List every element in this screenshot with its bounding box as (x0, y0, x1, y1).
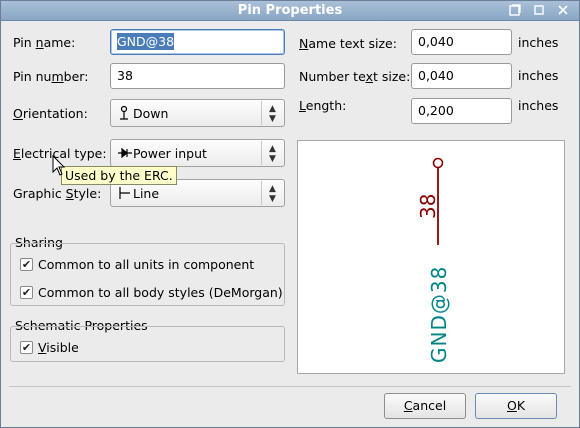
updown-arrow-icon: ▲ ▼ (261, 141, 283, 165)
pin-number-label: Pin number: (13, 69, 89, 84)
common-units-label: Common to all units in component (38, 257, 255, 272)
erc-tooltip: Used by the ERC. (61, 166, 177, 185)
preview-pin-name: GND@38 (427, 266, 451, 363)
restore-icon[interactable] (507, 3, 523, 18)
pin-name-label: Pin name: (13, 35, 76, 50)
common-body-styles-label: Common to all body styles (DeMorgan) (38, 285, 283, 300)
cancel-button[interactable]: Cancel (384, 393, 466, 419)
number-text-size-field[interactable]: 0,040 (411, 63, 512, 89)
line-style-icon (117, 185, 131, 201)
pin-preview-canvas: 38 GND@38 (297, 140, 565, 374)
pin-name-field[interactable]: GND@38 (110, 29, 285, 55)
pin-down-icon (117, 105, 131, 121)
pin-properties-dialog: Pin Properties Pin name: GND@38 Pin numb… (0, 0, 580, 428)
name-text-size-unit: inches (518, 35, 559, 50)
pin-preview-drawing: 38 GND@38 (416, 157, 451, 363)
preview-pin-number: 38 (416, 194, 440, 219)
dialog-title: Pin Properties (237, 3, 343, 18)
mouse-cursor-icon (52, 154, 66, 180)
graphic-style-label: Graphic Style: (13, 186, 102, 201)
orientation-label: Orientation: (13, 106, 88, 121)
updown-arrow-icon: ▲ ▼ (261, 181, 283, 205)
number-text-size-label: Number text size: (299, 69, 411, 84)
pin-number-field[interactable]: 38 (110, 63, 285, 89)
name-text-size-field[interactable]: 0,040 (411, 29, 512, 55)
pin-end-circle (432, 157, 444, 169)
power-input-icon (117, 145, 132, 161)
length-field[interactable]: 0,200 (411, 98, 512, 124)
number-text-size-unit: inches (518, 68, 559, 83)
visible-checkbox[interactable]: ✔ (20, 341, 33, 354)
minimize-icon[interactable] (531, 3, 547, 18)
orientation-value: Down (133, 106, 169, 121)
length-unit: inches (518, 98, 559, 113)
visible-label: Visible (38, 340, 79, 355)
button-separator (9, 386, 571, 387)
length-label: Length: (299, 98, 347, 113)
title-bar[interactable]: Pin Properties (1, 1, 579, 21)
electrical-type-select[interactable]: Power input ▲ ▼ (110, 139, 285, 167)
orientation-select[interactable]: Down ▲ ▼ (110, 99, 285, 127)
common-body-styles-checkbox[interactable]: ✔ (20, 286, 33, 299)
electrical-type-value: Power input (133, 146, 207, 161)
ok-button[interactable]: OK (475, 393, 557, 419)
name-text-size-label: Name text size: (299, 36, 397, 51)
updown-arrow-icon: ▲ ▼ (261, 101, 283, 125)
graphic-style-value: Line (133, 186, 160, 201)
common-units-checkbox[interactable]: ✔ (20, 258, 33, 271)
close-icon[interactable] (555, 3, 571, 18)
